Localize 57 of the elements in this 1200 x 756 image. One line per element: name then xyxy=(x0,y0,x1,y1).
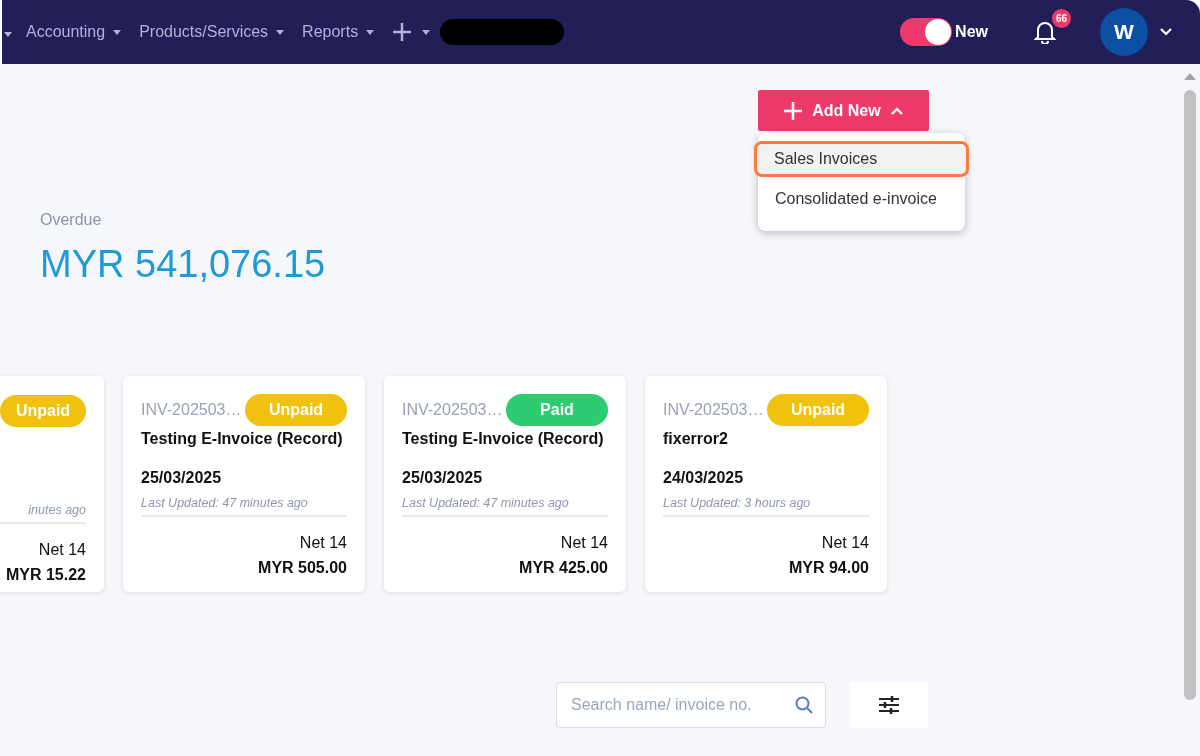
search-field[interactable]: Search name/ invoice no. xyxy=(569,695,795,715)
add-new-button[interactable]: Add New xyxy=(758,90,929,131)
nav-menu-item[interactable]: Reports xyxy=(302,23,375,41)
invoice-number: INV-202503… xyxy=(402,401,503,419)
invoice-number: INV-202503… xyxy=(663,401,764,419)
search-box[interactable]: Search name/ invoice no. xyxy=(556,682,826,728)
invoice-title: Testing E-Invoice (Record) xyxy=(402,430,605,448)
status-badge: Unpaid xyxy=(245,394,347,426)
plus-icon[interactable] xyxy=(392,22,413,42)
invoice-title: Testing E-Invoice (Record) xyxy=(141,430,344,448)
last-updated-text: Last Updated: 47 minutes ago xyxy=(141,496,347,517)
status-badge: Unpaid xyxy=(767,394,869,426)
filter-button[interactable] xyxy=(850,682,928,728)
toggle-switch[interactable] xyxy=(900,18,953,46)
invoice-date: 25/03/2025 xyxy=(402,469,484,487)
invoice-date: 24/03/2025 xyxy=(663,469,745,487)
payment-terms: Net 14 xyxy=(298,534,347,552)
menu-item[interactable]: Sales Invoices xyxy=(754,141,969,177)
invoice-amount: MYR 505.00 xyxy=(257,559,347,577)
user-avatar[interactable]: W xyxy=(1100,8,1148,56)
invoice-amount: MYR 94.00 xyxy=(787,559,869,577)
invoice-card[interactable]: INV-202503… Unpaid fixerror2 24/03/2025 Last Updated: 3 hours ago Net 14 MYR 94.00 xyxy=(645,376,887,592)
status-badge: Unpaid xyxy=(0,395,86,427)
caret-icon xyxy=(366,29,375,35)
payment-terms: Net 14 xyxy=(559,534,608,552)
last-updated-text: Last Updated: 3 hours ago xyxy=(663,496,869,517)
plus-icon xyxy=(784,101,803,120)
notification-badge: 66 xyxy=(1052,9,1071,28)
overdue-amount: MYR 541,076.15 xyxy=(40,243,326,286)
invoice-card[interactable]: INV-202503… Paid Testing E-Invoice (Record) 25/03/2025 Last Updated: 47 minutes ago Net 14 MYR 425.00 xyxy=(384,376,626,592)
search-icon[interactable] xyxy=(795,696,813,714)
caret-icon xyxy=(113,29,122,35)
invoice-date: 25/03/2025 xyxy=(141,469,223,487)
invoice-amount: MYR 425.00 xyxy=(518,559,608,577)
bell-icon[interactable] xyxy=(1034,20,1056,44)
invoice-title: fixerror2 xyxy=(663,430,729,448)
payment-terms: Net 14 xyxy=(37,541,86,559)
payment-terms: Net 14 xyxy=(820,534,869,552)
chevron-down-icon[interactable] xyxy=(1160,28,1172,36)
nav-menu-item[interactable]: Products/Services xyxy=(139,23,285,41)
menu-item[interactable]: Consolidated e-invoice xyxy=(756,181,967,217)
last-updated-text: Last Updated: 47 minutes ago xyxy=(402,496,608,517)
caret-icon xyxy=(276,29,285,35)
caret-icon xyxy=(4,32,12,37)
scrollbar-thumb[interactable] xyxy=(1184,90,1196,700)
caret-icon xyxy=(422,29,431,35)
invoice-amount: MYR 15.22 xyxy=(4,566,86,584)
invoice-card[interactable]: Unpaid inutes ago Net 14 MYR 15.22 xyxy=(0,376,104,592)
invoice-number: INV-202503… xyxy=(141,401,242,419)
nav-menu-item[interactable]: Accounting xyxy=(26,23,122,41)
status-badge: Paid xyxy=(506,394,608,426)
overdue-label: Overdue xyxy=(40,211,102,229)
chevron-up-icon xyxy=(890,106,903,115)
sliders-icon xyxy=(877,694,901,716)
last-updated-text: inutes ago xyxy=(0,503,86,524)
invoice-card[interactable]: INV-202503… Unpaid Testing E-Invoice (Record) 25/03/2025 Last Updated: 47 minutes ago Net 14 MYR 505.00 xyxy=(123,376,365,592)
toggle-label: New xyxy=(955,23,988,41)
